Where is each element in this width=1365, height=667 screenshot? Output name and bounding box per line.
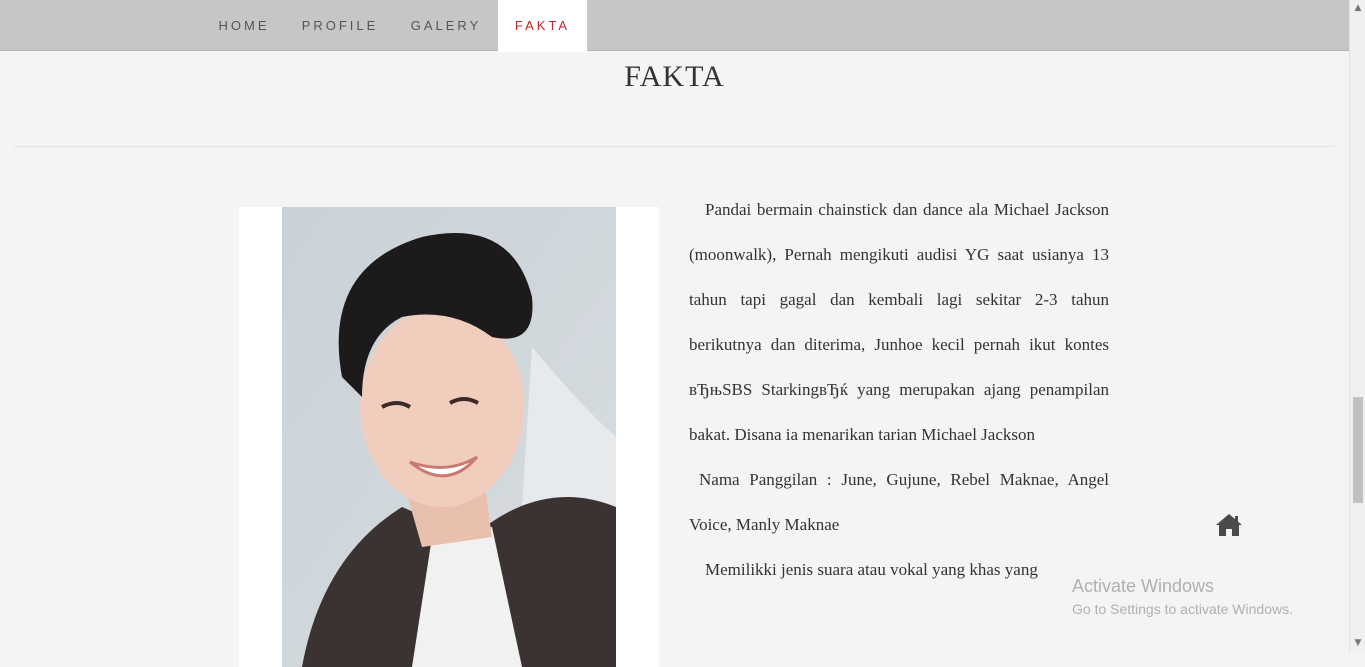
nav-home[interactable]: HOME [205,0,283,50]
scroll-thumb[interactable] [1353,397,1363,503]
top-navbar: HOME PROFILE GALERY FAKTA [0,0,1349,52]
profile-photo-frame [239,207,659,667]
fact-paragraph: Pandai bermain chainstick dan dance ala … [689,200,1109,444]
section-divider [14,146,1334,147]
fact-paragraph: Memilikki jenis suara atau vokal yang kh… [705,560,1038,579]
nav-galery[interactable]: GALERY [397,0,495,50]
facts-text: Pandai bermain chainstick dan dance ala … [689,187,1109,592]
watermark-subtitle: Go to Settings to activate Windows. [1072,601,1293,617]
fact-paragraph: Nama Panggilan : June, Gujune, Rebel Mak… [689,470,1109,534]
profile-photo [282,207,616,667]
scroll-down-icon[interactable]: ▼ [1350,635,1365,651]
page-title: FAKTA [624,60,725,93]
nav-profile[interactable]: PROFILE [286,0,394,50]
windows-activation-watermark: Activate Windows Go to Settings to activ… [1072,575,1293,619]
home-icon[interactable] [1215,512,1243,538]
vertical-scrollbar[interactable]: ▲ ▼ [1349,0,1365,651]
nav-fakta[interactable]: FAKTA [498,0,587,52]
watermark-title: Activate Windows [1072,576,1215,596]
scroll-up-icon[interactable]: ▲ [1350,0,1365,16]
